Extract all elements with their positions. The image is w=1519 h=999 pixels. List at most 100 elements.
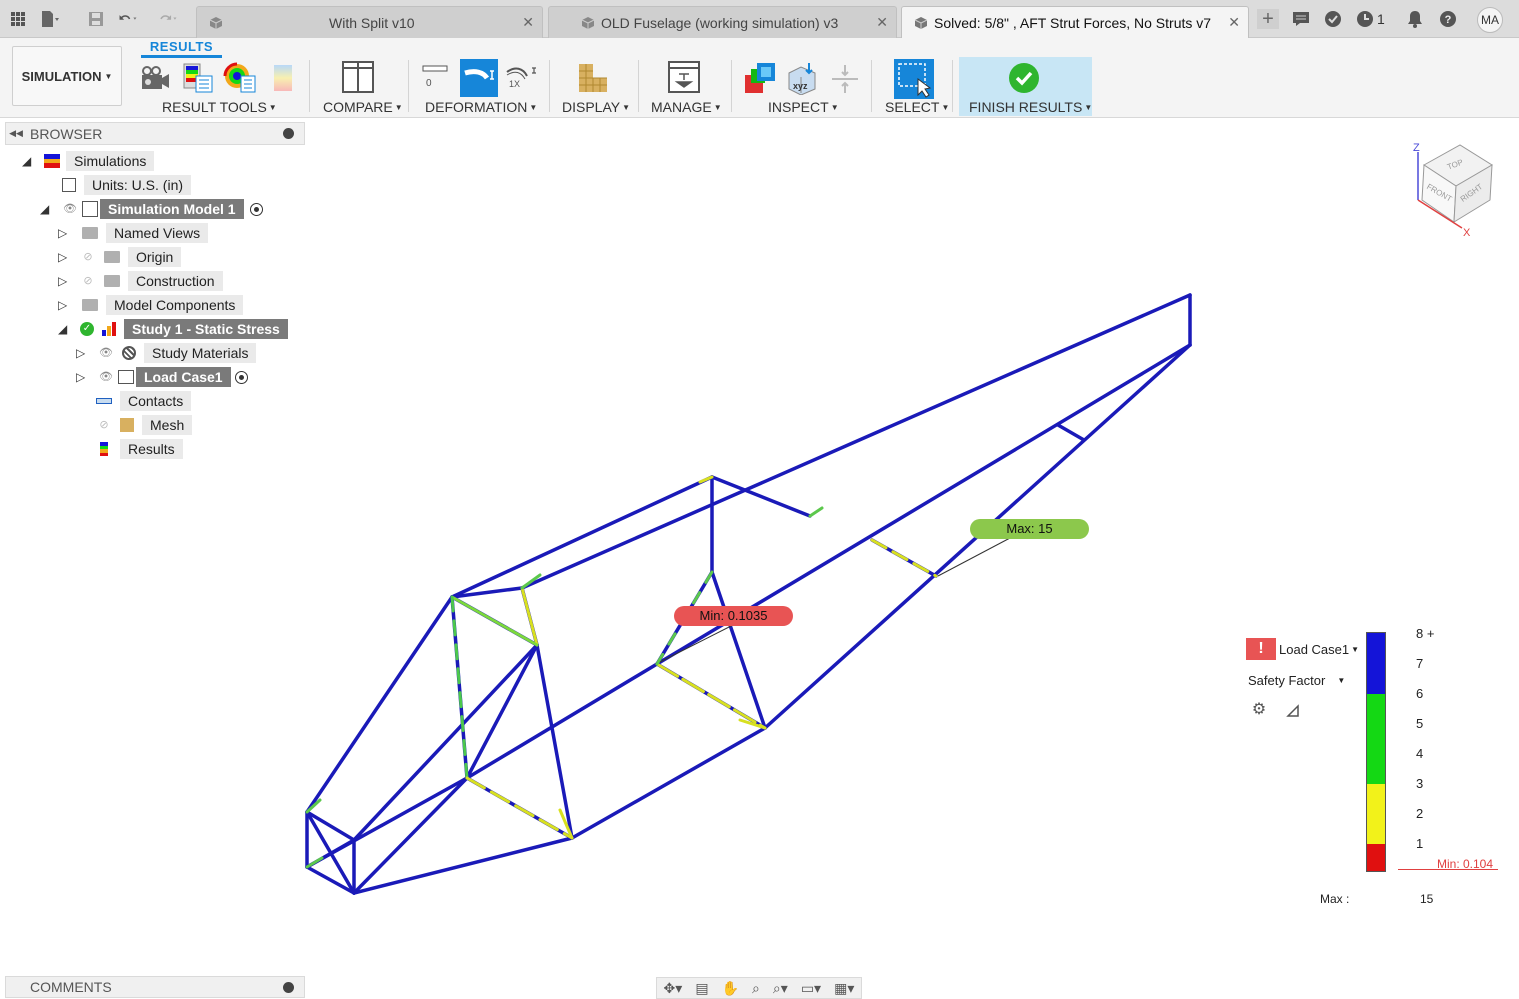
select-menu[interactable]: SELECT ▼ — [885, 99, 949, 115]
divider — [952, 60, 953, 112]
hidden-eye-icon[interactable]: ⊘ — [96, 419, 112, 431]
hidden-eye-icon[interactable]: ⊘ — [80, 275, 96, 287]
new-tab-icon[interactable]: + — [1257, 8, 1279, 30]
simulation-viewport[interactable]: TOP FRONT RIGHT Z X — [0, 118, 1519, 999]
display-menu[interactable]: DISPLAY ▼ — [562, 99, 630, 115]
tree-item-results[interactable]: Results — [100, 439, 183, 459]
job-status[interactable]: 1 — [1356, 9, 1390, 29]
tree-item-construction[interactable]: ▷ ⊘ Construction — [58, 271, 223, 291]
deformation-none-icon[interactable]: 0 — [421, 64, 453, 96]
chat-icon[interactable] — [1291, 9, 1311, 29]
display-settings-icon[interactable]: ▭▾ — [801, 980, 821, 997]
chevron-down-icon: ▼ — [1351, 644, 1360, 654]
tab-results[interactable]: RESULTS — [141, 38, 222, 58]
app-grid-icon[interactable] — [8, 9, 28, 29]
tab-document-3-active[interactable]: Solved: 5/8" , AFT Strut Forces, No Stru… — [901, 6, 1249, 38]
deformation-1x-label: 1X — [509, 79, 520, 89]
tree-item-simulations[interactable]: ◢ Simulations — [22, 151, 155, 171]
deformation-menu[interactable]: DEFORMATION ▼ — [425, 99, 537, 115]
hidden-eye-icon[interactable]: ⊘ — [80, 251, 96, 263]
tree-item-load-case[interactable]: ▷ 👁 Load Case1 — [76, 367, 248, 387]
min-probe-label[interactable]: Min: 0.1035 — [674, 606, 793, 626]
tree-item-contacts[interactable]: Contacts — [96, 391, 192, 411]
visibility-eye-icon[interactable]: 👁 — [98, 347, 114, 359]
file-menu-icon[interactable] — [40, 9, 60, 29]
deformation-actual-icon[interactable] — [460, 59, 498, 97]
collapse-panel-icon[interactable]: ◀◀ — [6, 128, 26, 139]
finish-results-label: FINISH RESULTS — [969, 99, 1083, 115]
surface-probes-icon[interactable] — [828, 61, 860, 93]
view-cube[interactable]: TOP FRONT RIGHT Z X — [1413, 142, 1493, 239]
expanded-triangle-icon[interactable]: ◢ — [22, 155, 34, 167]
save-icon[interactable] — [86, 9, 106, 29]
results-details-icon[interactable] — [182, 62, 214, 94]
collapsed-triangle-icon[interactable]: ▷ — [58, 275, 70, 287]
look-at-icon[interactable]: ▤ — [695, 980, 708, 997]
result-tools-menu[interactable]: RESULT TOOLS ▼ — [162, 99, 277, 115]
display-mesh-icon[interactable] — [577, 62, 609, 94]
load-case-selector[interactable]: ! Load Case1 ▼ — [1246, 638, 1359, 660]
tree-item-named-views[interactable]: ▷ Named Views — [58, 223, 209, 243]
tree-item-origin[interactable]: ▷ ⊘ Origin — [58, 247, 182, 267]
compare-menu[interactable]: COMPARE ▼ — [323, 99, 403, 115]
cube-icon — [914, 16, 928, 30]
user-avatar[interactable]: MA — [1477, 7, 1503, 33]
manage-settings-icon[interactable] — [667, 60, 700, 93]
workspace-switcher-button[interactable]: SIMULATION ▼ — [12, 46, 122, 106]
activate-radio-icon[interactable] — [249, 202, 263, 216]
manage-menu[interactable]: MANAGE ▼ — [651, 99, 722, 115]
online-status-icon[interactable] — [1323, 9, 1343, 29]
tree-item-units[interactable]: Units: U.S. (in) — [62, 175, 192, 195]
legend-settings-gear-icon[interactable]: ⚙ — [1249, 700, 1269, 720]
tree-item-study-materials[interactable]: ▷ 👁 Study Materials — [76, 343, 257, 363]
result-type-dropdown[interactable]: Safety Factor ▼ — [1246, 669, 1347, 691]
visibility-eye-icon[interactable]: 👁 — [62, 203, 78, 215]
max-probe-label[interactable]: Max: 15 — [970, 519, 1089, 539]
inspect-menu[interactable]: INSPECT ▼ — [768, 99, 839, 115]
tree-item-simulation-model[interactable]: ◢ 👁 Simulation Model 1 — [40, 199, 263, 219]
close-tab-icon[interactable]: ✕ — [1228, 14, 1240, 31]
orbit-icon[interactable]: ✥▾ — [664, 980, 683, 997]
deformation-scaled-icon[interactable]: 1X — [505, 64, 537, 96]
help-icon[interactable]: ? — [1438, 9, 1458, 29]
measure-icon[interactable] — [743, 61, 775, 93]
collapsed-triangle-icon[interactable]: ▷ — [58, 299, 70, 311]
zoom-icon[interactable]: ⌕ — [752, 980, 760, 997]
expanded-triangle-icon[interactable]: ◢ — [40, 203, 52, 215]
workspace-label: SIMULATION — [21, 68, 102, 84]
undo-icon[interactable] — [118, 9, 138, 29]
close-tab-icon[interactable]: ✕ — [522, 14, 534, 31]
tree-item-mesh[interactable]: ⊘ Mesh — [96, 415, 193, 435]
add-comment-icon[interactable] — [283, 982, 294, 993]
reaction-force-xyz-icon[interactable]: xyz — [785, 61, 817, 96]
visibility-eye-icon[interactable]: 👁 — [98, 371, 114, 383]
legend-expand-icon[interactable] — [1283, 700, 1303, 720]
fit-zoom-icon[interactable]: ⌕▾ — [773, 980, 788, 997]
collapsed-triangle-icon[interactable]: ▷ — [58, 227, 70, 239]
tab-document-1[interactable]: With Split v10 ✕ — [196, 6, 543, 38]
finish-results-menu[interactable]: FINISH RESULTS ▼ — [969, 99, 1092, 115]
probe-results-icon[interactable] — [223, 62, 256, 94]
close-tab-icon[interactable]: ✕ — [876, 14, 888, 31]
color-legend-icon[interactable] — [270, 62, 302, 94]
svg-text:?: ? — [1445, 14, 1452, 26]
compare-icon[interactable] — [341, 60, 374, 93]
tree-label: Model Components — [106, 295, 244, 315]
tree-item-model-components[interactable]: ▷ Model Components — [58, 295, 244, 315]
pan-hand-icon[interactable]: ✋ — [722, 980, 739, 997]
collapsed-triangle-icon[interactable]: ▷ — [76, 371, 88, 383]
notification-bell-icon[interactable] — [1405, 9, 1425, 29]
collapsed-triangle-icon[interactable]: ▷ — [58, 251, 70, 263]
select-window-icon[interactable] — [894, 59, 934, 99]
grid-settings-icon[interactable]: ▦▾ — [834, 980, 854, 997]
animate-camera-icon[interactable] — [139, 62, 171, 94]
redo-icon[interactable] — [158, 9, 178, 29]
tab-bar: With Split v10 ✕ OLD Fuselage (working s… — [0, 0, 1519, 38]
expanded-triangle-icon[interactable]: ◢ — [58, 323, 70, 335]
panel-options-icon[interactable] — [283, 128, 294, 139]
comments-panel-header[interactable]: COMMENTS — [5, 976, 305, 998]
tree-item-study-1[interactable]: ◢ ✓ Study 1 - Static Stress — [58, 319, 288, 339]
tab-document-2[interactable]: OLD Fuselage (working simulation) v3 ✕ — [548, 6, 897, 38]
collapsed-triangle-icon[interactable]: ▷ — [76, 347, 88, 359]
activate-radio-icon[interactable] — [234, 370, 248, 384]
